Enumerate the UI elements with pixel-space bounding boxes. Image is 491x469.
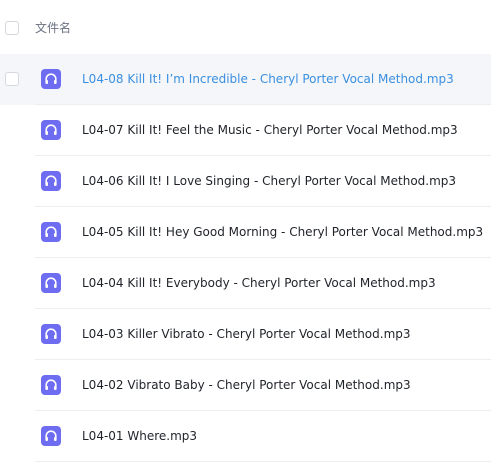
headphones-icon xyxy=(41,120,61,140)
headphones-icon xyxy=(41,69,61,89)
select-all-checkbox[interactable] xyxy=(5,21,19,35)
file-name[interactable]: L04-02 Vibrato Baby - Cheryl Porter Voca… xyxy=(82,377,411,393)
headphones-icon xyxy=(41,171,61,191)
file-row[interactable]: L04-08 Kill It! I’m Incredible - Cheryl … xyxy=(0,54,491,105)
file-name[interactable]: L04-01 Where.mp3 xyxy=(82,428,197,444)
file-name[interactable]: L04-07 Kill It! Feel the Music - Cheryl … xyxy=(82,122,458,138)
file-name[interactable]: L04-08 Kill It! I’m Incredible - Cheryl … xyxy=(82,71,454,87)
row-divider xyxy=(35,461,491,462)
file-name[interactable]: L04-06 Kill It! I Love Singing - Cheryl … xyxy=(82,173,456,189)
file-row[interactable]: L04-02 Vibrato Baby - Cheryl Porter Voca… xyxy=(0,360,491,411)
row-checkbox[interactable] xyxy=(5,72,19,86)
headphones-icon xyxy=(41,324,61,344)
file-row[interactable]: L04-04 Kill It! Everybody - Cheryl Porte… xyxy=(0,258,491,309)
headphones-icon xyxy=(41,375,61,395)
headphones-icon xyxy=(41,273,61,293)
file-list: 文件名 L04-08 Kill It! I’m Incredible - Che… xyxy=(0,0,491,462)
file-row[interactable]: L04-03 Killer Vibrato - Cheryl Porter Vo… xyxy=(0,309,491,360)
file-list-header: 文件名 xyxy=(0,0,491,54)
filename-column-header[interactable]: 文件名 xyxy=(35,20,71,36)
file-name[interactable]: L04-04 Kill It! Everybody - Cheryl Porte… xyxy=(82,275,436,291)
file-row[interactable]: L04-07 Kill It! Feel the Music - Cheryl … xyxy=(0,105,491,156)
file-row[interactable]: L04-01 Where.mp3 xyxy=(0,411,491,462)
headphones-icon xyxy=(41,222,61,242)
headphones-icon xyxy=(41,426,61,446)
file-row[interactable]: L04-05 Kill It! Hey Good Morning - Chery… xyxy=(0,207,491,258)
file-name[interactable]: L04-05 Kill It! Hey Good Morning - Chery… xyxy=(82,224,483,240)
file-row[interactable]: L04-06 Kill It! I Love Singing - Cheryl … xyxy=(0,156,491,207)
file-name[interactable]: L04-03 Killer Vibrato - Cheryl Porter Vo… xyxy=(82,326,411,342)
